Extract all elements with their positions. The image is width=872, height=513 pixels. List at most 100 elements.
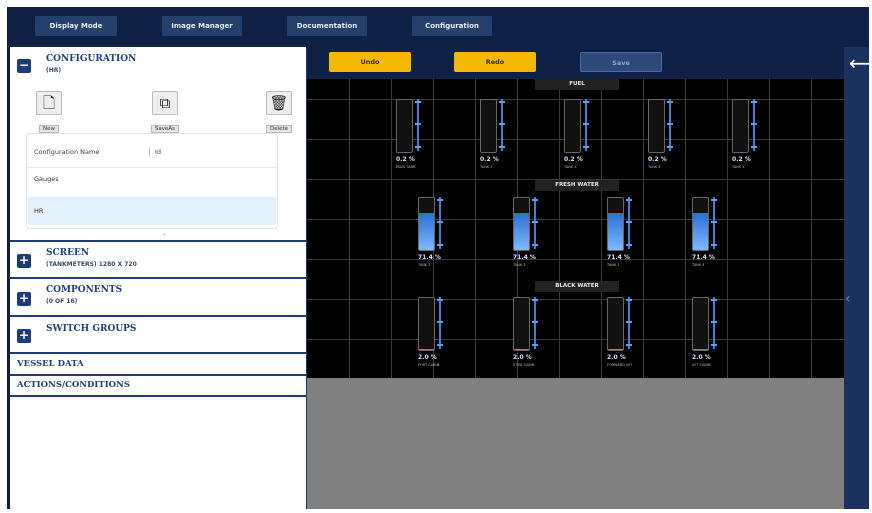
gauge-tick <box>499 101 505 103</box>
tank-gauge[interactable]: 71.4 % TANK 4 <box>687 197 731 277</box>
gauge-name: FORWARD AFT <box>607 363 633 367</box>
expand-icon[interactable]: + <box>17 329 31 343</box>
gauge-fill <box>419 348 434 350</box>
tank-gauge[interactable]: 0.2 % MAIN TANK <box>391 99 435 179</box>
gauge-tube <box>513 197 530 251</box>
gauge-tick <box>626 344 632 346</box>
table-row-selected[interactable] <box>28 197 276 225</box>
configuration-button[interactable]: Configuration <box>412 16 492 36</box>
new-label: New <box>39 125 59 133</box>
gauge-fill <box>608 212 623 250</box>
gauge-tick <box>532 221 538 223</box>
actions-conditions-title[interactable]: ACTIONS/CONDITIONS <box>17 380 130 390</box>
configuration-title[interactable]: CONFIGURATION <box>46 54 136 64</box>
gauge-tube <box>732 99 749 153</box>
expand-icon[interactable]: + <box>17 254 31 268</box>
switch-groups-section[interactable]: + SWITCH GROUPS <box>10 317 306 354</box>
gauge-tick <box>711 344 717 346</box>
gauge-value: 2.0 % <box>418 354 437 361</box>
gauge-value: 71.4 % <box>418 254 441 261</box>
gauge-tick <box>532 244 538 246</box>
tank-gauge[interactable]: 71.4 % TANK 2 <box>508 197 552 277</box>
delete-button[interactable]: 🗑 Delete <box>261 91 297 134</box>
gauge-value: 0.2 % <box>732 156 751 163</box>
tank-gauge[interactable]: 2.0 % AFT CABIN <box>687 297 731 377</box>
gauge-name: TANK 1 <box>418 263 431 267</box>
configuration-table: Configuration Name Id Gauges HR <box>26 133 278 229</box>
vessel-data-title[interactable]: VESSEL DATA <box>17 359 84 369</box>
actions-conditions-section[interactable]: ACTIONS/CONDITIONS <box>10 375 306 397</box>
gauge-tube <box>418 197 435 251</box>
image-manager-button[interactable]: Image Manager <box>162 16 242 36</box>
gauge-value: 2.0 % <box>607 354 626 361</box>
undo-button[interactable]: Undo <box>329 52 411 72</box>
arrow-left-icon[interactable]: ⟵ <box>849 53 872 73</box>
tank-gauge[interactable]: 2.0 % PORT CABIN <box>413 297 457 377</box>
expand-icon[interactable]: + <box>17 292 31 306</box>
tank-gauge[interactable]: 71.4 % TANK 3 <box>602 197 646 277</box>
gauge-value: 0.2 % <box>396 156 415 163</box>
gauge-tick <box>437 244 443 246</box>
tank-canvas[interactable]: FUEL 0.2 % MAIN TANK 0.2 % TANK 2 0.2 % TANK 3… <box>307 79 844 378</box>
gauge-tube <box>607 197 624 251</box>
gauge-scale <box>585 99 587 151</box>
grid-line <box>307 299 844 300</box>
gauge-tick <box>499 123 505 125</box>
table-row[interactable]: Gauges <box>34 175 59 183</box>
table-row[interactable]: HR <box>34 207 43 215</box>
grid-line <box>811 79 812 378</box>
save-button[interactable]: Save <box>580 52 662 72</box>
gauge-scale <box>439 297 441 349</box>
display-mode-button[interactable]: Display Mode <box>35 16 117 36</box>
collapse-icon[interactable]: − <box>17 59 31 73</box>
gauge-value: 71.4 % <box>607 254 630 261</box>
column-header-id[interactable]: Id <box>155 148 161 156</box>
gauge-value: 2.0 % <box>692 354 711 361</box>
gauge-tube <box>564 99 581 153</box>
gauge-tube <box>513 297 530 351</box>
components-title[interactable]: COMPONENTS <box>46 285 122 295</box>
screen-title[interactable]: SCREEN <box>46 248 89 258</box>
tank-gauge[interactable]: 0.2 % TANK 4 <box>643 99 687 179</box>
components-subtitle: (0 OF 16) <box>46 298 78 305</box>
tank-gauge[interactable]: 2.0 % STBD CABIN <box>508 297 552 377</box>
gauge-fill <box>608 348 623 350</box>
tank-gauge[interactable]: 2.0 % FORWARD AFT <box>602 297 646 377</box>
vessel-data-section[interactable]: VESSEL DATA <box>10 354 306 376</box>
gauge-tick <box>583 101 589 103</box>
documentation-button[interactable]: Documentation <box>287 16 367 36</box>
components-section[interactable]: + COMPONENTS (0 OF 16) <box>10 279 306 317</box>
scroll-indicator[interactable]: ⌄ <box>162 230 167 237</box>
save-as-button[interactable]: ⧉ SaveAs <box>143 91 187 134</box>
gauge-fill <box>693 348 708 350</box>
gauge-scale <box>534 197 536 249</box>
gauge-tick <box>415 146 421 148</box>
gauge-value: 71.4 % <box>513 254 536 261</box>
screen-section[interactable]: + SCREEN (TANKMETERS) 1280 X 720 <box>10 242 306 279</box>
new-button[interactable]: 🗋 New <box>32 91 66 134</box>
gauge-name: TANK 4 <box>648 165 661 169</box>
editor-area: Undo Redo Save FUEL 0.2 % MAIN TANK 0.2 % TA… <box>307 47 844 509</box>
gauge-tick <box>532 199 538 201</box>
left-panel: − CONFIGURATION (HR) 🗋 New ⧉ SaveAs 🗑 De… <box>10 47 308 509</box>
chevron-left-icon[interactable]: ‹ <box>845 291 851 307</box>
group-label: FUEL <box>535 79 619 90</box>
redo-button[interactable]: Redo <box>454 52 536 72</box>
switch-groups-title[interactable]: SWITCH GROUPS <box>46 324 136 334</box>
tank-gauge[interactable]: 71.4 % TANK 1 <box>413 197 457 277</box>
grid-line <box>307 259 844 260</box>
gauge-tick <box>415 123 421 125</box>
gauge-tick <box>626 299 632 301</box>
gauge-tick <box>711 299 717 301</box>
gauge-value: 71.4 % <box>692 254 715 261</box>
column-header-name[interactable]: Configuration Name <box>34 148 99 156</box>
gauge-tube <box>692 197 709 251</box>
gauge-name: TANK 5 <box>732 165 745 169</box>
gauge-name: STBD CABIN <box>513 363 535 367</box>
gauge-tick <box>626 244 632 246</box>
gauge-scale <box>628 297 630 349</box>
tank-gauge[interactable]: 0.2 % TANK 3 <box>559 99 603 179</box>
tank-gauge[interactable]: 0.2 % TANK 2 <box>475 99 519 179</box>
gauge-scale <box>669 99 671 151</box>
tank-gauge[interactable]: 0.2 % TANK 5 <box>727 99 771 179</box>
